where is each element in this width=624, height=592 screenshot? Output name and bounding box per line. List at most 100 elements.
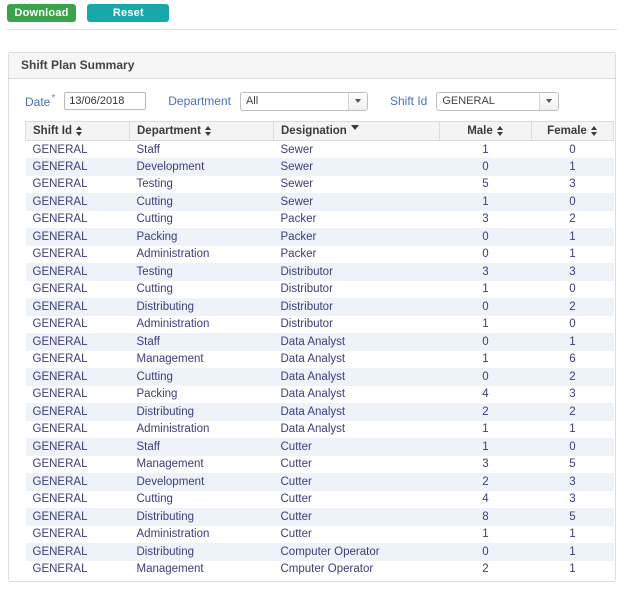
cell-designation: Cutter (274, 473, 440, 491)
table-row[interactable]: GENERALAdministrationCutter11 (26, 526, 614, 544)
table-row[interactable]: GENERALStaffData Analyst01 (26, 333, 614, 351)
cell-female: 0 (532, 438, 614, 456)
cell-designation: Data Analyst (274, 421, 440, 439)
cell-designation: Packer (274, 211, 440, 229)
cell-designation: Data Analyst (274, 403, 440, 421)
cell-department: Cutting (130, 281, 274, 299)
cell-designation: Sewer (274, 176, 440, 194)
date-input[interactable] (64, 92, 146, 110)
panel-body: Date* Department All Shift Id GENERAL (9, 79, 615, 578)
cell-department: Development (130, 473, 274, 491)
cell-female: 1 (532, 246, 614, 264)
table-row[interactable]: GENERALCuttingData Analyst02 (26, 368, 614, 386)
cell-female: 3 (532, 176, 614, 194)
cell-designation: Data Analyst (274, 386, 440, 404)
chevron-down-icon[interactable] (348, 93, 367, 110)
cell-male: 0 (440, 368, 532, 386)
cell-designation: Cmputer Operator (274, 561, 440, 579)
cell-female: 1 (532, 543, 614, 561)
cell-department: Management (130, 456, 274, 474)
table-row[interactable]: GENERALPackingPacker01 (26, 228, 614, 246)
cell-female: 0 (532, 316, 614, 334)
department-select[interactable]: All (240, 92, 368, 111)
column-header-female[interactable]: Female (532, 122, 614, 141)
column-header-shift-id[interactable]: Shift Id (26, 122, 130, 141)
cell-shift-id: GENERAL (26, 473, 130, 491)
table-row[interactable]: GENERALTestingDistributor33 (26, 263, 614, 281)
cell-department: Cutting (130, 193, 274, 211)
table-row[interactable]: GENERALDevelopmentCutter23 (26, 473, 614, 491)
cell-shift-id: GENERAL (26, 281, 130, 299)
table-row[interactable]: GENERALDistributingCutter85 (26, 508, 614, 526)
cell-department: Administration (130, 526, 274, 544)
cell-female: 5 (532, 456, 614, 474)
cell-male: 0 (440, 333, 532, 351)
required-asterisk-icon: * (51, 93, 55, 104)
shift-plan-summary-panel: Shift Plan Summary Date* Department All … (8, 52, 616, 582)
department-select-value: All (241, 95, 348, 107)
cell-male: 1 (440, 193, 532, 211)
table-row[interactable]: GENERALDistributingData Analyst22 (26, 403, 614, 421)
table-row[interactable]: GENERALAdministrationDistributor10 (26, 316, 614, 334)
cell-designation: Sewer (274, 193, 440, 211)
shift-id-select[interactable]: GENERAL (436, 92, 559, 111)
table-row[interactable]: GENERALCuttingPacker32 (26, 211, 614, 229)
cell-shift-id: GENERAL (26, 368, 130, 386)
download-button[interactable]: Download (7, 4, 76, 22)
cell-female: 0 (532, 141, 614, 159)
sort-both-icon[interactable] (76, 126, 83, 136)
cell-female: 1 (532, 526, 614, 544)
cell-designation: Distributor (274, 263, 440, 281)
table-row[interactable]: GENERALTestingSewer53 (26, 176, 614, 194)
cell-shift-id: GENERAL (26, 386, 130, 404)
sort-both-icon[interactable] (497, 126, 504, 136)
cell-department: Management (130, 351, 274, 369)
table-row[interactable]: GENERALCuttingCutter43 (26, 491, 614, 509)
column-header-designation[interactable]: Designation (274, 122, 440, 141)
column-header-male[interactable]: Male (440, 122, 532, 141)
cell-male: 0 (440, 246, 532, 264)
cell-shift-id: GENERAL (26, 491, 130, 509)
cell-designation: Packer (274, 228, 440, 246)
table-row[interactable]: GENERALStaffSewer10 (26, 141, 614, 159)
table-row[interactable]: GENERALStaffCutter10 (26, 438, 614, 456)
cell-designation: Sewer (274, 158, 440, 176)
cell-department: Administration (130, 316, 274, 334)
chevron-down-icon[interactable] (539, 93, 558, 110)
sort-both-icon[interactable] (591, 126, 598, 136)
cell-female: 0 (532, 281, 614, 299)
cell-department: Development (130, 158, 274, 176)
cell-female: 3 (532, 473, 614, 491)
table-row[interactable]: GENERALManagementCutter35 (26, 456, 614, 474)
sort-descending-icon[interactable] (351, 125, 359, 135)
table-row[interactable]: GENERALCuttingSewer10 (26, 193, 614, 211)
cell-shift-id: GENERAL (26, 298, 130, 316)
table-row[interactable]: GENERALManagementCmputer Operator21 (26, 561, 614, 579)
table-row[interactable]: GENERALPackingData Analyst43 (26, 386, 614, 404)
filter-bar: Date* Department All Shift Id GENERAL (9, 79, 615, 121)
table-row[interactable]: GENERALManagementData Analyst16 (26, 351, 614, 369)
reset-button[interactable]: Reset (87, 4, 169, 22)
cell-male: 1 (440, 281, 532, 299)
sort-both-icon[interactable] (205, 126, 212, 136)
cell-male: 2 (440, 561, 532, 579)
cell-designation: Computer Operator (274, 543, 440, 561)
table-row[interactable]: GENERALDistributingDistributor02 (26, 298, 614, 316)
table-row[interactable]: GENERALDistributingComputer Operator01 (26, 543, 614, 561)
table-row[interactable]: GENERALAdministrationPacker01 (26, 246, 614, 264)
column-header-department[interactable]: Department (130, 122, 274, 141)
cell-shift-id: GENERAL (26, 543, 130, 561)
table-row[interactable]: GENERALAdministrationData Analyst11 (26, 421, 614, 439)
shift-plan-table: Shift IdDepartmentDesignationMaleFemale … (25, 121, 614, 578)
cell-male: 3 (440, 263, 532, 281)
cell-shift-id: GENERAL (26, 246, 130, 264)
cell-shift-id: GENERAL (26, 228, 130, 246)
cell-shift-id: GENERAL (26, 508, 130, 526)
table-row[interactable]: GENERALDevelopmentSewer01 (26, 158, 614, 176)
cell-female: 1 (532, 561, 614, 579)
cell-male: 3 (440, 456, 532, 474)
cell-shift-id: GENERAL (26, 351, 130, 369)
cell-shift-id: GENERAL (26, 333, 130, 351)
shift-id-label: Shift Id (390, 94, 427, 108)
table-row[interactable]: GENERALCuttingDistributor10 (26, 281, 614, 299)
